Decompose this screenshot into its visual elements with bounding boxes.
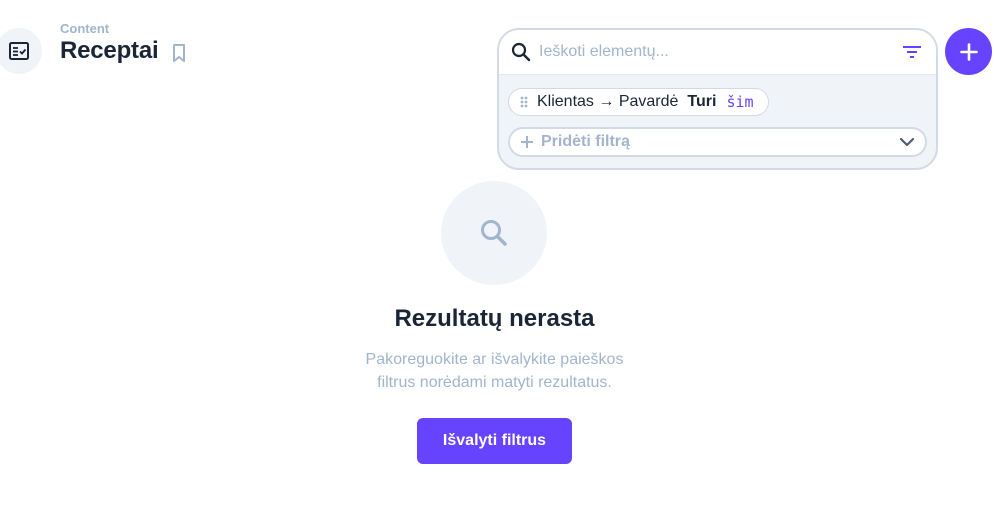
collection-icon-badge [0,28,42,74]
filter-area: Klientas → Pavardė Turi šim Pridėti filt… [499,75,936,157]
title-row: Receptai [60,37,188,65]
filter-operator[interactable]: Turi [687,93,716,111]
collection-list-icon [9,42,29,60]
filter-toggle-button[interactable] [900,40,924,64]
empty-state-title: Rezultatų nerasta [394,305,595,332]
add-filter-select[interactable]: Pridėti filtrą [508,127,927,157]
chevron-down-icon [899,137,915,147]
bookmark-button[interactable] [170,43,188,63]
create-item-button[interactable] [945,28,992,75]
plus-icon [959,42,978,61]
search-icon [481,220,507,246]
breadcrumb[interactable]: Content [60,22,188,36]
search-icon [511,42,531,62]
search-panel: Klientas → Pavardė Turi šim Pridėti filt… [497,28,938,170]
filter-icon [903,46,921,58]
empty-state-description-line: Pakoreguokite ar išvalykite paieškos [365,351,624,368]
empty-state-description: Pakoreguokite ar išvalykite paieškos fil… [0,348,989,394]
plus-icon [521,136,533,148]
empty-state-icon-badge [441,181,547,285]
bookmark-icon [173,44,186,62]
filter-field[interactable]: Klientas → Pavardė [537,93,678,111]
add-filter-label: Pridėti filtrą [541,133,630,150]
search-input[interactable] [539,43,900,61]
drag-handle-icon[interactable] [519,95,529,109]
page-header: Content Receptai [60,22,188,65]
empty-state-description-line: filtrus norėdami matyti rezultatus. [377,374,612,391]
filter-chip[interactable]: Klientas → Pavardė Turi šim [508,88,769,116]
filter-value[interactable]: šim [726,93,753,111]
search-bar [499,30,936,75]
page-title: Receptai [60,37,159,64]
clear-filters-button[interactable]: Išvalyti filtrus [417,418,572,464]
